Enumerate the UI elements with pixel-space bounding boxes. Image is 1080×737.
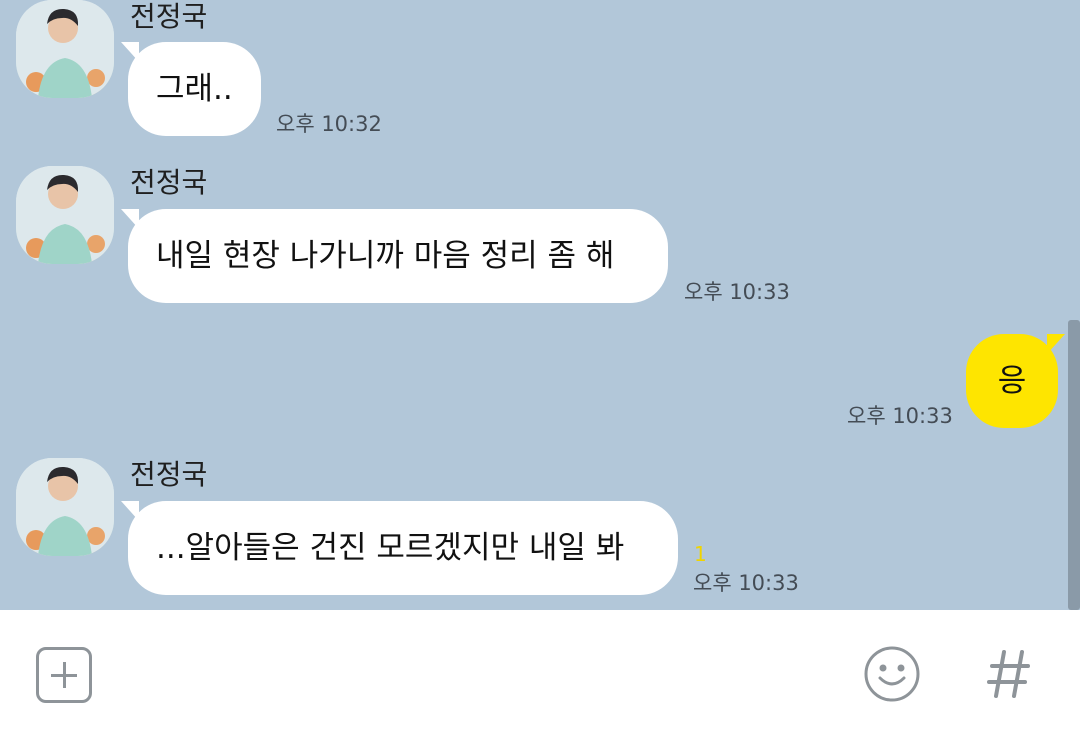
emoji-icon[interactable]	[862, 644, 922, 704]
sender-name: 전정국	[130, 0, 208, 33]
sender-name: 전정국	[130, 458, 208, 491]
message-bubble-outgoing[interactable]: 응	[966, 334, 1065, 428]
message-bubble[interactable]: ...알아들은 건진 모르겠지만 내일 봐	[121, 501, 678, 595]
sender-avatar[interactable]	[16, 166, 114, 264]
scrollbar[interactable]	[1068, 320, 1080, 610]
message-time: 오후 10:32	[276, 112, 382, 136]
message-bubble[interactable]: 그래..	[121, 42, 261, 136]
hashtag-icon[interactable]	[984, 646, 1034, 702]
sender-avatar[interactable]	[16, 458, 114, 556]
sender-name: 전정국	[130, 166, 208, 199]
input-bar[interactable]	[0, 610, 1080, 737]
sender-avatar[interactable]	[16, 0, 114, 98]
message-time: 오후 10:33	[684, 280, 790, 304]
message-time: 오후 10:33	[693, 571, 799, 595]
unread-count: 1	[694, 542, 707, 566]
plus-icon[interactable]	[36, 647, 92, 703]
message-bubble[interactable]: 내일 현장 나가니까 마음 정리 좀 해	[121, 209, 668, 303]
chat-area[interactable]: 전정국 그래.. 오후 10:32 전정국 내일 현장 나가니까 마음 정리 좀…	[0, 0, 1080, 610]
message-time: 오후 10:33	[847, 404, 953, 428]
